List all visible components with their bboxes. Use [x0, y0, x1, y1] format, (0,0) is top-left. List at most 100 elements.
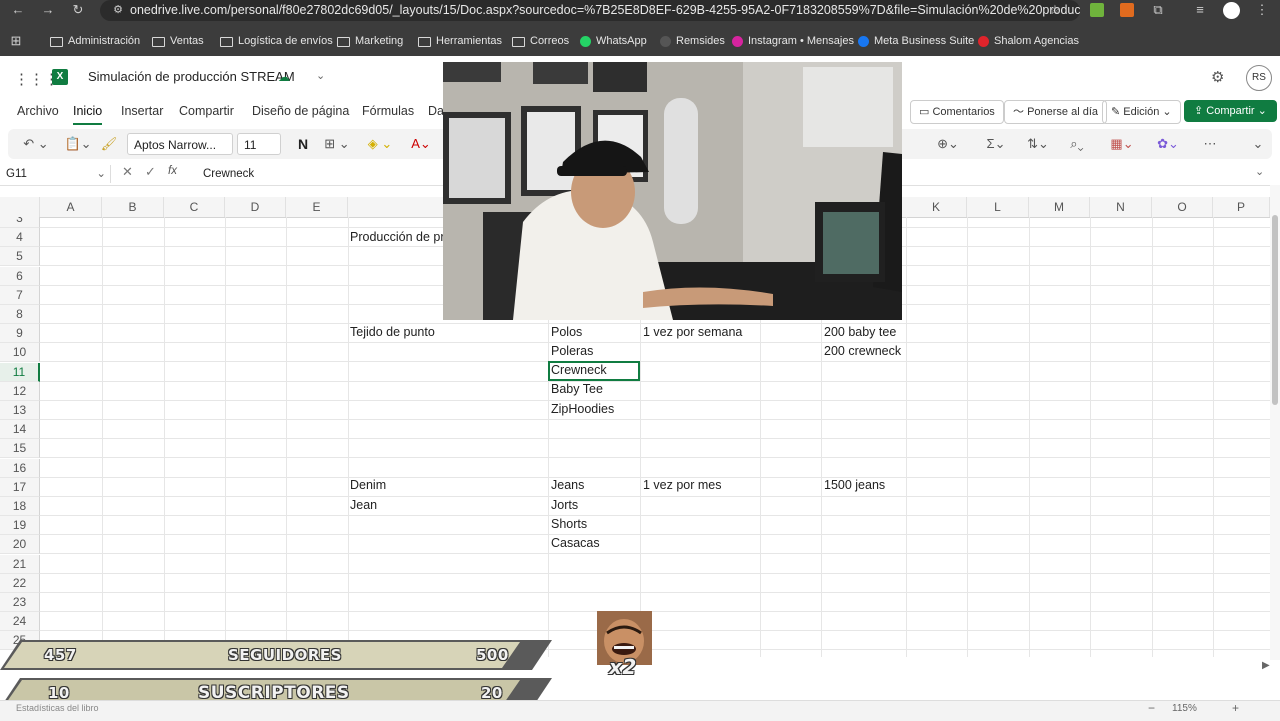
cell-f17[interactable]: Denim — [350, 476, 386, 495]
row-header[interactable]: 17 — [0, 478, 40, 497]
row-header[interactable]: 23 — [0, 593, 40, 612]
column-header[interactable]: C — [164, 197, 225, 217]
column-header[interactable]: M — [1029, 197, 1090, 217]
cell-g18[interactable]: Jorts — [551, 496, 578, 515]
copilot-icon[interactable]: ✿⌄ — [1150, 129, 1186, 159]
cell-g9[interactable]: Polos — [551, 323, 582, 342]
find-icon[interactable]: ⌕⌄ — [1060, 129, 1094, 159]
tab-compartir[interactable]: Compartir — [179, 99, 234, 123]
tab-datos[interactable]: Da — [428, 99, 444, 123]
file-title[interactable]: Simulación de producción STREAM — [88, 66, 295, 88]
catch-up-button[interactable]: 〜 Ponerse al día — [1004, 100, 1107, 124]
row-header[interactable]: 22 — [0, 574, 40, 593]
paste-icon[interactable]: 📋⌄ — [60, 129, 96, 159]
chevron-down-icon[interactable]: ⌄ — [316, 69, 325, 82]
row-header[interactable]: 6 — [0, 267, 40, 286]
row-header[interactable]: 9 — [0, 324, 40, 343]
extensions-puzzle-icon[interactable]: ⧉ — [1148, 0, 1168, 20]
font-color-icon[interactable]: A⌄ — [406, 129, 436, 159]
tab-inicio[interactable]: Inicio — [73, 99, 103, 125]
comments-button[interactable]: ▭ Comentarios — [910, 100, 1004, 124]
row-header[interactable]: 15 — [0, 439, 40, 458]
bookmark-administracion[interactable]: Administración — [50, 26, 140, 56]
settings-gear-icon[interactable]: ⚙ — [1211, 68, 1224, 86]
row-header[interactable]: 12 — [0, 382, 40, 401]
cell-g13[interactable]: ZipHoodies — [551, 400, 614, 419]
row-header[interactable]: 21 — [0, 555, 40, 574]
cell-j10[interactable]: 200 crewneck — [824, 342, 901, 361]
bookmark-ventas[interactable]: Ventas — [152, 26, 204, 56]
formula-input[interactable]: Crewneck — [203, 165, 254, 183]
row-header[interactable]: 8 — [0, 305, 40, 324]
bookmark-shalom[interactable]: Shalom Agencias — [978, 26, 1079, 56]
format-painter-icon[interactable]: 🖌 — [100, 129, 118, 159]
tab-search-icon[interactable]: ≡ — [1190, 0, 1210, 20]
row-header[interactable]: 10 — [0, 343, 40, 362]
row-header[interactable]: 24 — [0, 612, 40, 631]
sort-filter-icon[interactable]: ⇅⌄ — [1020, 129, 1056, 159]
bookmark-meta-business[interactable]: Meta Business Suite — [858, 26, 974, 56]
font-name-dropdown[interactable]: Aptos Narrow... — [127, 133, 233, 155]
bookmark-instagram[interactable]: Instagram • Mensajes — [732, 26, 854, 56]
extension-icon[interactable] — [1120, 3, 1134, 17]
fill-color-icon[interactable]: ◈ ⌄ — [362, 129, 398, 159]
column-header[interactable]: N — [1090, 197, 1152, 217]
table-format-icon[interactable]: ▦⌄ — [1104, 129, 1140, 159]
cell-j9[interactable]: 200 baby tee — [824, 323, 896, 342]
share-button[interactable]: ⇪ Compartir ⌄ — [1184, 100, 1277, 122]
cell-f9[interactable]: Tejido de punto — [350, 323, 435, 342]
more-options-icon[interactable]: ⋯ — [1198, 129, 1222, 159]
confirm-formula-icon[interactable]: ✓ — [145, 164, 156, 180]
cell-h9[interactable]: 1 vez por semana — [643, 323, 742, 342]
workbook-stats-text[interactable]: Estadísticas del libro — [16, 703, 99, 713]
profile-avatar[interactable] — [1223, 2, 1240, 19]
column-header[interactable]: B — [102, 197, 164, 217]
bookmark-star-icon[interactable]: ☆ — [1045, 0, 1065, 20]
row-header[interactable]: 7 — [0, 286, 40, 305]
cell-g12[interactable]: Baby Tee — [551, 380, 603, 399]
row-header[interactable]: 13 — [0, 401, 40, 420]
borders-icon[interactable]: ⊞ ⌄ — [318, 129, 356, 159]
zoom-out-icon[interactable]: − — [1148, 701, 1155, 715]
bold-button[interactable]: N — [294, 129, 312, 159]
tab-formulas[interactable]: Fórmulas — [362, 99, 414, 123]
address-bar[interactable]: onedrive.live.com/personal/f80e27802dc69… — [100, 0, 1080, 21]
undo-icon[interactable]: ↶ ⌄ — [16, 129, 56, 159]
forward-icon[interactable]: → — [38, 0, 58, 20]
apps-grid-icon[interactable]: ⊞ — [6, 31, 26, 51]
back-icon[interactable]: ← — [8, 0, 28, 20]
column-header[interactable]: P — [1213, 197, 1270, 217]
zoom-in-icon[interactable]: + — [1232, 701, 1239, 715]
row-header[interactable]: 4 — [0, 228, 40, 247]
row-header[interactable]: 14 — [0, 420, 40, 439]
column-header[interactable]: A — [40, 197, 102, 217]
row-header[interactable]: 18 — [0, 497, 40, 516]
browser-menu-icon[interactable]: ⋮ — [1252, 0, 1272, 20]
bookmark-herramientas[interactable]: Herramientas — [418, 26, 502, 56]
scrollbar-thumb[interactable] — [1272, 215, 1278, 405]
row-header[interactable]: 19 — [0, 516, 40, 535]
cell-h17[interactable]: 1 vez por mes — [643, 476, 722, 495]
tab-archivo[interactable]: Archivo — [17, 99, 59, 123]
cell-f4[interactable]: Producción de pr — [350, 228, 445, 247]
cell-g20[interactable]: Casacas — [551, 534, 600, 553]
autosum-icon[interactable]: Σ⌄ — [978, 129, 1014, 159]
user-avatar[interactable]: RS — [1246, 65, 1272, 91]
expand-formula-icon[interactable]: ⌄ — [1255, 165, 1264, 178]
insert-function-icon[interactable]: fx — [168, 165, 177, 177]
number-format-icon[interactable]: ⊕⌄ — [930, 129, 966, 159]
tab-insertar[interactable]: Insertar — [121, 99, 163, 123]
row-header[interactable]: 3 — [0, 217, 40, 228]
name-box[interactable]: G11 ⌄ — [6, 165, 111, 183]
bookmark-logistica[interactable]: Logística de envíos — [220, 26, 333, 56]
font-size-dropdown[interactable]: 11 — [237, 133, 281, 155]
row-header[interactable]: 5 — [0, 247, 40, 266]
collapse-ribbon-icon[interactable]: ⌄ — [1248, 129, 1268, 159]
row-header[interactable]: 11 — [0, 363, 40, 382]
cancel-formula-icon[interactable]: ✕ — [122, 164, 133, 180]
column-header[interactable]: E — [286, 197, 348, 217]
column-header[interactable]: K — [906, 197, 967, 217]
bookmark-correos[interactable]: Correos — [512, 26, 569, 56]
bookmark-marketing[interactable]: Marketing — [337, 26, 403, 56]
edit-mode-button[interactable]: ✎ Edición ⌄ — [1102, 100, 1181, 124]
